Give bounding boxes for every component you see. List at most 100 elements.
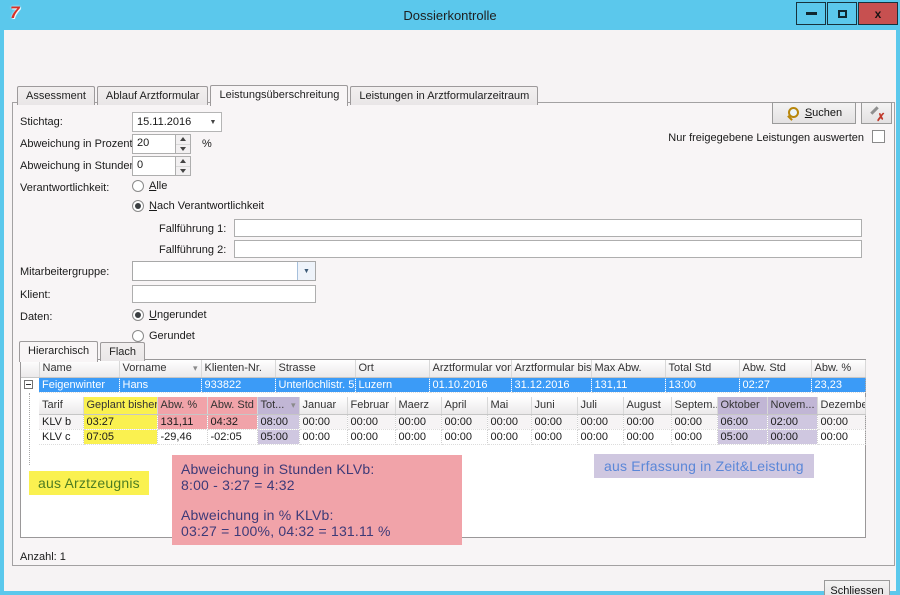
mitarbeitergruppe-combobox[interactable]: ▼ — [132, 261, 316, 281]
chevron-down-icon: ▼ — [205, 119, 221, 126]
cell-month: 00:00 — [299, 414, 347, 429]
header-sub-abw-std[interactable]: Abw. Std — [207, 397, 257, 414]
arrow-up-icon — [180, 137, 186, 141]
only-released-label: Nur freigegebene Leistungen auswerten — [579, 132, 864, 144]
annotation-zeit-leistung: aus Erfassung in Zeit&Leistung — [594, 454, 814, 478]
radio-alle[interactable]: Alle — [132, 180, 167, 192]
titlebar[interactable]: 7 Dossierkontrolle x — [0, 0, 900, 30]
tariff-row-klvb[interactable]: KLV b 03:27 131,11 04:32 08:00 00:00 00:… — [39, 414, 865, 429]
cell-month: 00:00 — [347, 429, 395, 444]
cell-tarif: KLV c — [39, 429, 83, 444]
header-max-abw[interactable]: Max Abw. — [591, 360, 665, 377]
header-arztformular-bis[interactable]: Arztformular bis — [511, 360, 591, 377]
header-expander — [21, 360, 39, 377]
only-released-checkbox[interactable] — [872, 130, 885, 143]
cell-arztformular-bis: 31.12.2016 — [511, 377, 591, 392]
cell-month: 00:00 — [441, 414, 487, 429]
radio-circle-icon — [132, 200, 144, 212]
stepper-down-button[interactable] — [176, 167, 190, 176]
close-dialog-button[interactable]: Schliessen — [824, 580, 890, 595]
clear-search-icon — [869, 106, 885, 121]
header-tarif[interactable]: Tarif — [39, 397, 83, 414]
tab-leistungsueberschreitung[interactable]: Leistungsüberschreitung — [210, 85, 348, 106]
stepper-down-button[interactable] — [176, 145, 190, 154]
cell-oktober: 05:00 — [717, 429, 767, 444]
abw-prozent-stepper[interactable]: 20 — [132, 134, 191, 154]
header-april[interactable]: April — [441, 397, 487, 414]
cell-month: 00:00 — [817, 429, 865, 444]
header-juni[interactable]: Juni — [531, 397, 577, 414]
header-arztformular-von[interactable]: Arztformular von — [429, 360, 511, 377]
chevron-down-icon[interactable]: ▼ — [297, 262, 315, 280]
header-august[interactable]: August — [623, 397, 671, 414]
tariff-row-klvc[interactable]: KLV c 07:05 -29,46 -02:05 05:00 00:00 00… — [39, 429, 865, 444]
tab-leistungen-zeitraum[interactable]: Leistungen in Arztformularzeitraum — [350, 86, 538, 105]
header-sub-abw-prozent[interactable]: Abw. % — [157, 397, 207, 414]
header-total-std[interactable]: Total Std — [665, 360, 739, 377]
search-button[interactable]: Suchen — [772, 102, 856, 124]
stichtag-combobox[interactable]: 15.11.2016 ▼ — [132, 112, 222, 132]
header-oktober[interactable]: Oktober — [717, 397, 767, 414]
stepper-up-button[interactable] — [176, 135, 190, 145]
header-juli[interactable]: Juli — [577, 397, 623, 414]
result-count: Anzahl: 1 — [20, 551, 66, 563]
fallfuehrung2-input[interactable] — [234, 240, 862, 258]
tab-assessment[interactable]: Assessment — [17, 86, 95, 105]
header-maerz[interactable]: Maerz — [395, 397, 441, 414]
fallfuehrung2-label: Fallführung 2: — [159, 244, 226, 256]
main-tabstrip: Assessment Ablauf Arztformular Leistungs… — [17, 85, 540, 105]
abw-prozent-value: 20 — [132, 134, 176, 154]
tariff-table: Tarif Geplant bisher Abw. % Abw. Std ▾To… — [39, 397, 866, 445]
header-vorname[interactable]: ▾Vorname — [119, 360, 201, 377]
annotation-line: 03:27 = 100%, 04:32 = 131.11 % — [181, 523, 453, 539]
header-total[interactable]: ▾Tot... — [257, 397, 299, 414]
header-september[interactable]: Septem... — [671, 397, 717, 414]
minimize-icon — [806, 12, 817, 15]
fallfuehrung1-input[interactable] — [234, 219, 862, 237]
maximize-button[interactable] — [827, 2, 857, 25]
abw-stunden-stepper[interactable]: 0 — [132, 156, 191, 176]
minimize-button[interactable] — [796, 2, 826, 25]
stepper-up-button[interactable] — [176, 157, 190, 167]
radio-ungerundet[interactable]: Ungerundet — [132, 309, 207, 321]
cell-abw-prozent: 131,11 — [157, 414, 207, 429]
cell-month: 00:00 — [577, 414, 623, 429]
stepper-buttons — [176, 156, 191, 176]
radio-alle-label: Alle — [149, 180, 167, 192]
header-name[interactable]: Name — [39, 360, 119, 377]
header-januar[interactable]: Januar — [299, 397, 347, 414]
header-dezember[interactable]: Dezember — [817, 397, 865, 414]
header-abw-std[interactable]: Abw. Std — [739, 360, 811, 377]
annotation-line: 8:00 - 3:27 = 4:32 — [181, 477, 453, 493]
klient-input[interactable] — [132, 285, 316, 303]
header-mai[interactable]: Mai — [487, 397, 531, 414]
stichtag-value: 15.11.2016 — [133, 116, 205, 128]
cell-month: 00:00 — [487, 414, 531, 429]
search-icon — [786, 106, 800, 120]
tab-hierarchisch[interactable]: Hierarchisch — [19, 341, 98, 362]
close-button[interactable]: x — [858, 2, 898, 25]
dossierkontrolle-window: 7 Dossierkontrolle x Assessment Ablauf A… — [0, 0, 900, 595]
cell-month: 00:00 — [441, 429, 487, 444]
header-strasse[interactable]: Strasse — [275, 360, 355, 377]
cell-vorname: Hans — [119, 377, 201, 392]
expander-cell — [21, 377, 39, 392]
header-geplant-bisher[interactable]: Geplant bisher — [83, 397, 157, 414]
tab-flach[interactable]: Flach — [100, 342, 145, 361]
annotation-abweichung-calc: Abweichung in Stunden KLVb: 8:00 - 3:27 … — [172, 455, 462, 545]
client-row-selected[interactable]: Feigenwinter Hans 933822 Unterlöchlistr.… — [21, 377, 865, 392]
cell-total: 08:00 — [257, 414, 299, 429]
cell-month: 00:00 — [347, 414, 395, 429]
header-februar[interactable]: Februar — [347, 397, 395, 414]
collapse-icon[interactable] — [24, 380, 33, 389]
clear-search-button[interactable] — [861, 102, 892, 124]
header-abw-prozent[interactable]: Abw. % — [811, 360, 865, 377]
radio-nach-verantwortlichkeit[interactable]: Nach Verantwortlichkeit — [132, 200, 264, 212]
cell-abw-prozent: -29,46 — [157, 429, 207, 444]
cell-november: 00:00 — [767, 429, 817, 444]
radio-circle-icon — [132, 180, 144, 192]
header-klienten-nr[interactable]: Klienten-Nr. — [201, 360, 275, 377]
tab-ablauf-arztformular[interactable]: Ablauf Arztformular — [97, 86, 209, 105]
header-ort[interactable]: Ort — [355, 360, 429, 377]
header-november[interactable]: Novem... — [767, 397, 817, 414]
